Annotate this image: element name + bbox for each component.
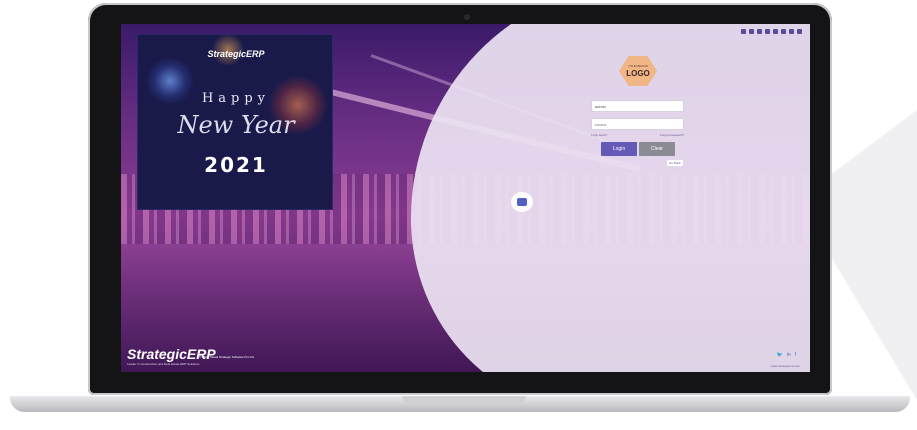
login-help-link[interactable]: Login Here? bbox=[591, 133, 607, 137]
forgot-password-link[interactable]: Forgot password? bbox=[660, 133, 684, 137]
calendar-icon[interactable] bbox=[781, 29, 786, 34]
footer-website[interactable]: www.strategicerp.com bbox=[771, 364, 800, 368]
login-screen: StrategicERP Happy New Year 2021 YOUR BR… bbox=[121, 24, 810, 372]
globe-icon[interactable] bbox=[765, 29, 770, 34]
login-links: Login Here? Forgot password? bbox=[591, 133, 684, 137]
banner-happy: Happy bbox=[201, 91, 271, 106]
youtube-icon bbox=[517, 198, 527, 206]
new-year-banner: StrategicERP Happy New Year 2021 bbox=[137, 34, 333, 210]
laptop-notch bbox=[402, 396, 526, 404]
footer-tagline: Leader in Construction and Real Estate E… bbox=[127, 362, 200, 366]
login-panel-background bbox=[411, 24, 810, 372]
facebook-icon[interactable]: f bbox=[795, 352, 796, 358]
logo-text: LOGO bbox=[626, 69, 650, 78]
login-button[interactable]: Login bbox=[601, 142, 637, 156]
logo-caption: YOUR BRAND bbox=[627, 64, 648, 68]
password-field[interactable]: •••••••• bbox=[591, 118, 684, 130]
camera-icon bbox=[464, 14, 470, 20]
chat-icon[interactable] bbox=[789, 29, 794, 34]
user-icon[interactable] bbox=[757, 29, 762, 34]
banner-brand: StrategicERP bbox=[207, 49, 265, 59]
home-icon[interactable] bbox=[797, 29, 802, 34]
banner-new-year: New Year bbox=[177, 111, 295, 139]
footer-copyright: © 2021 Tiavak Strategic Software Pvt Ltd bbox=[199, 355, 254, 359]
gear-icon[interactable] bbox=[773, 29, 778, 34]
video-play-button[interactable] bbox=[511, 192, 533, 212]
footer-social-icons: 🐦 in f bbox=[776, 352, 796, 358]
clear-button[interactable]: Clear bbox=[639, 142, 675, 156]
facebook-icon[interactable] bbox=[749, 29, 754, 34]
twitter-icon[interactable]: 🐦 bbox=[776, 352, 782, 358]
username-field[interactable]: admin bbox=[591, 100, 684, 112]
banner-year: 2021 bbox=[204, 153, 268, 177]
back-link[interactable]: Go Back bbox=[667, 160, 683, 166]
linkedin-icon[interactable]: in bbox=[787, 352, 791, 358]
mail-icon[interactable] bbox=[741, 29, 746, 34]
footer-brand: StrategicERP bbox=[127, 346, 216, 362]
top-social-icons bbox=[741, 29, 802, 34]
